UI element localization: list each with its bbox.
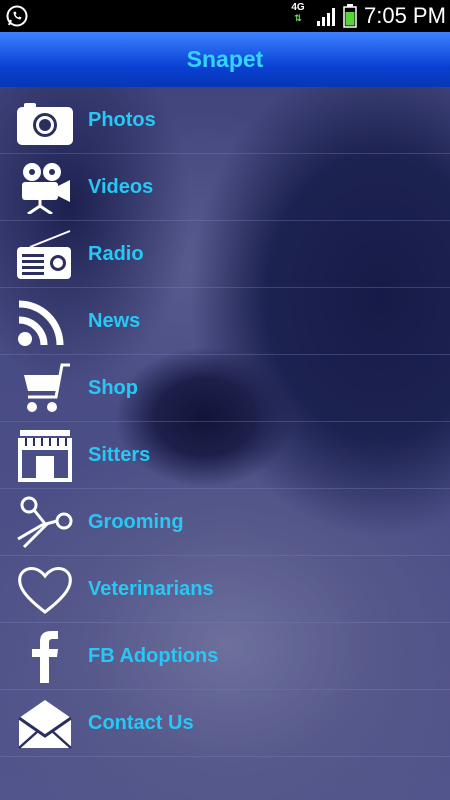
menu-item-label: FB Adoptions <box>88 645 219 667</box>
menu-item-veterinarians[interactable]: Veterinarians <box>0 556 450 623</box>
menu-item-label: Contact Us <box>88 712 194 734</box>
rss-icon <box>16 294 74 348</box>
signal-strength-icon <box>316 7 338 27</box>
menu-item-videos[interactable]: Videos <box>0 154 450 221</box>
radio-icon <box>16 227 74 281</box>
status-bar: 4G ⇅ 7:05 PM <box>0 0 450 32</box>
menu-item-shop[interactable]: Shop <box>0 355 450 422</box>
network-type: 4G <box>291 2 305 13</box>
data-activity-icon: ⇅ <box>294 13 302 23</box>
shopping-cart-icon <box>16 361 74 415</box>
status-time: 7:05 PM <box>364 3 446 28</box>
main-menu: Photos Videos Radio News Shop Sitters Gr… <box>0 87 450 800</box>
menu-item-label: Veterinarians <box>88 578 214 600</box>
menu-item-label: Radio <box>88 243 144 265</box>
envelope-icon <box>16 696 74 750</box>
menu-item-news[interactable]: News <box>0 288 450 355</box>
whatsapp-icon <box>5 4 29 28</box>
menu-item-label: News <box>88 310 141 332</box>
app-title: Snapet <box>186 46 264 72</box>
menu-item-label: Sitters <box>88 444 151 466</box>
menu-item-label: Videos <box>88 176 154 198</box>
heart-icon <box>16 562 74 616</box>
menu-item-label: Shop <box>88 377 138 399</box>
facebook-icon <box>16 629 74 683</box>
menu-item-sitters[interactable]: Sitters <box>0 422 450 489</box>
storefront-icon <box>16 428 74 482</box>
menu-item-radio[interactable]: Radio <box>0 221 450 288</box>
menu-item-photos[interactable]: Photos <box>0 87 450 154</box>
menu-item-contact-us[interactable]: Contact Us <box>0 690 450 757</box>
battery-icon <box>343 4 357 28</box>
camera-icon <box>16 93 74 147</box>
app-header: Snapet <box>0 32 450 88</box>
network-indicator: 4G ⇅ <box>287 3 309 29</box>
menu-item-grooming[interactable]: Grooming <box>0 489 450 556</box>
menu-item-label: Grooming <box>88 511 184 533</box>
menu-item-fb-adoptions[interactable]: FB Adoptions <box>0 623 450 690</box>
menu-item-label: Photos <box>88 109 156 131</box>
scissors-icon <box>16 495 74 549</box>
video-camera-icon <box>16 160 74 214</box>
